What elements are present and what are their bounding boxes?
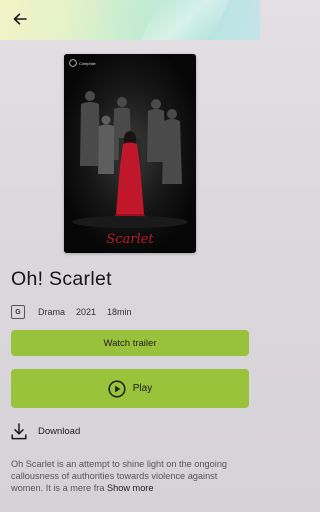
play-circle-icon [108, 379, 126, 398]
play-label: Play [132, 383, 153, 394]
arrow-left-icon [13, 13, 27, 25]
show-more-link[interactable]: Show more [107, 483, 153, 493]
movie-title: Oh! Scarlet [11, 268, 112, 290]
poster-title-script: Scarlet [106, 232, 154, 247]
header-bar [0, 0, 260, 40]
download-icon [11, 422, 27, 439]
year-label: 2021 [76, 307, 97, 317]
movie-meta: G Drama 2021 18min [11, 304, 132, 320]
genre-label: Drama [38, 307, 66, 317]
movie-description: Oh Scarlet is an attempt to shine light … [11, 458, 251, 495]
movie-poster: Cinéphile Scarlet [64, 54, 196, 253]
watch-trailer-button[interactable]: Watch trailer [11, 330, 249, 356]
duration-label: 18min [107, 307, 132, 317]
download-button[interactable]: Download [11, 421, 80, 441]
back-button[interactable] [9, 8, 31, 30]
download-label: Download [38, 425, 81, 437]
play-button[interactable]: Play [11, 369, 249, 408]
watch-trailer-label: Watch trailer [103, 337, 157, 349]
poster-logo-text: Cinéphile [79, 61, 96, 66]
rating-badge: G [11, 305, 25, 319]
